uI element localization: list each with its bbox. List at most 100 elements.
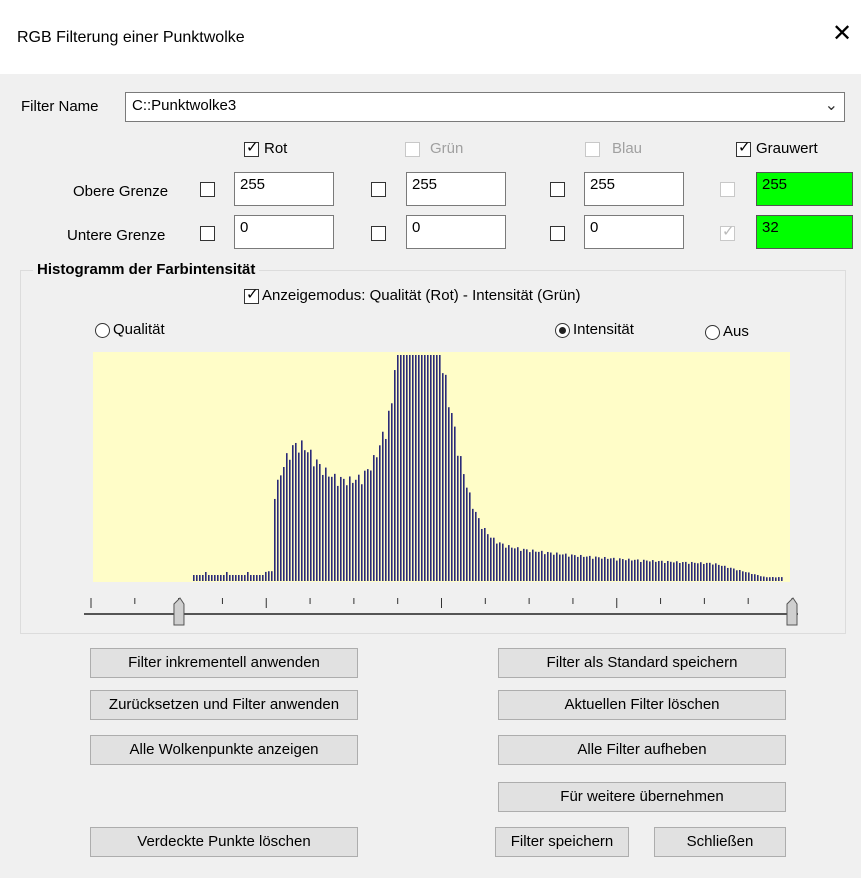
histogram-bar: [439, 355, 441, 581]
histogram-bar: [331, 476, 333, 581]
histogram-bar: [268, 571, 270, 581]
range-slider[interactable]: [84, 592, 804, 632]
histogram-bar: [469, 492, 471, 581]
histogram-bar: [205, 572, 207, 581]
histogram-bar: [364, 470, 366, 581]
histogram-bar: [718, 564, 720, 581]
histogram-bar: [304, 450, 306, 581]
checkbox-lower-rot[interactable]: [200, 226, 215, 241]
slider-upper-thumb[interactable]: [786, 597, 798, 626]
histogram-bar: [697, 563, 699, 581]
label-rot: Rot: [264, 140, 288, 157]
histogram-bar: [235, 575, 237, 581]
radio-aus[interactable]: [705, 325, 720, 340]
histogram-bar: [463, 474, 465, 581]
histogram-bar: [475, 511, 477, 581]
checkbox-gruen[interactable]: [405, 142, 420, 157]
histogram-bar: [571, 554, 573, 581]
checkbox-upper-blau[interactable]: [550, 182, 565, 197]
histogram-bar: [643, 559, 645, 581]
histogram-bar: [613, 557, 615, 581]
histogram-bar: [685, 561, 687, 581]
checkbox-lower-grauwert[interactable]: ✓: [720, 223, 735, 241]
histogram-bar: [226, 572, 228, 581]
histogram-bar: [640, 561, 642, 581]
histogram-bar: [781, 577, 783, 581]
histogram-bar: [238, 575, 240, 581]
clear-all-filters-button[interactable]: Alle Filter aufheben: [498, 735, 786, 765]
histogram-bar: [625, 560, 627, 581]
histogram-bar: [631, 560, 633, 581]
radio-qualitaet[interactable]: [95, 323, 110, 338]
checkbox-upper-gruen[interactable]: [371, 182, 386, 197]
histogram-bar: [610, 558, 612, 581]
histogram-bar: [292, 445, 294, 581]
histogram-bar: [430, 355, 432, 581]
histogram-bar: [559, 554, 561, 581]
input-upper-rot[interactable]: 255: [234, 172, 334, 206]
histogram-bar: [586, 556, 588, 581]
apply-to-more-button[interactable]: Für weitere übernehmen: [498, 782, 786, 812]
close-button[interactable]: Schließen: [654, 827, 786, 857]
histogram-bar: [634, 559, 636, 581]
histogram-bar: [688, 563, 690, 581]
histogram-bar: [652, 560, 654, 581]
checkbox-blau[interactable]: [585, 142, 600, 157]
histogram-bar: [436, 355, 438, 581]
input-lower-blau[interactable]: 0: [584, 215, 684, 249]
input-lower-gruen[interactable]: 0: [406, 215, 506, 249]
checkbox-lower-blau[interactable]: [550, 226, 565, 241]
close-icon[interactable]: ✕: [832, 22, 852, 46]
histogram-bar: [739, 569, 741, 581]
save-default-button[interactable]: Filter als Standard speichern: [498, 648, 786, 678]
save-filter-button[interactable]: Filter speichern: [495, 827, 629, 857]
histogram-bar: [682, 562, 684, 581]
histogram-bar: [433, 355, 435, 581]
histogram-bar: [712, 564, 714, 581]
histogram-bar: [772, 577, 774, 581]
checkbox-lower-gruen[interactable]: [371, 226, 386, 241]
histogram-bar: [274, 498, 276, 581]
delete-hidden-points-button[interactable]: Verdeckte Punkte löschen: [90, 827, 358, 857]
histogram-bar: [379, 445, 381, 581]
checkbox-rot[interactable]: ✓: [244, 139, 259, 157]
filter-inkrementell-button[interactable]: Filter inkrementell anwenden: [90, 648, 358, 678]
histogram-bar: [715, 563, 717, 581]
histogram-bar: [352, 482, 354, 581]
show-all-points-button[interactable]: Alle Wolkenpunkte anzeigen: [90, 735, 358, 765]
filter-name-combobox[interactable]: C::Punktwolke3 ⌄: [125, 92, 845, 122]
histogram-bar: [751, 574, 753, 581]
histogram-bar: [217, 575, 219, 581]
input-lower-grauwert[interactable]: 32: [756, 215, 853, 249]
histogram-bar: [478, 518, 480, 581]
radio-intensitaet[interactable]: [555, 323, 570, 338]
delete-current-filter-button[interactable]: Aktuellen Filter löschen: [498, 690, 786, 720]
histogram-bar: [448, 407, 450, 581]
histogram-bar: [550, 552, 552, 581]
histogram-bar: [604, 556, 606, 581]
histogram-bar: [361, 484, 363, 581]
chevron-down-icon[interactable]: ⌄: [825, 95, 838, 115]
histogram-bar: [208, 575, 210, 581]
histogram-bar: [724, 565, 726, 581]
slider-lower-thumb[interactable]: [173, 597, 185, 626]
checkbox-upper-rot[interactable]: [200, 182, 215, 197]
histogram-bar: [730, 567, 732, 581]
input-upper-blau[interactable]: 255: [584, 172, 684, 206]
input-upper-gruen[interactable]: 255: [406, 172, 506, 206]
checkbox-display-mode[interactable]: ✓: [244, 286, 259, 304]
histogram-bar: [256, 575, 258, 581]
upper-limit-label: Obere Grenze: [73, 183, 169, 200]
window-title: RGB Filterung einer Punktwolke: [17, 29, 245, 46]
input-upper-grauwert[interactable]: 255: [756, 172, 853, 206]
histogram-bar: [529, 552, 531, 581]
checkbox-grauwert[interactable]: ✓: [736, 139, 751, 157]
checkbox-upper-grauwert[interactable]: [720, 182, 735, 197]
histogram-bar: [538, 551, 540, 581]
radio-intensitaet-label: Intensität: [573, 321, 634, 338]
input-lower-rot[interactable]: 0: [234, 215, 334, 249]
reset-apply-button[interactable]: Zurücksetzen und Filter anwenden: [90, 690, 358, 720]
histogram-bar: [694, 562, 696, 581]
filter-name-value: C::Punktwolke3: [132, 97, 237, 114]
histogram-bar: [442, 373, 444, 581]
